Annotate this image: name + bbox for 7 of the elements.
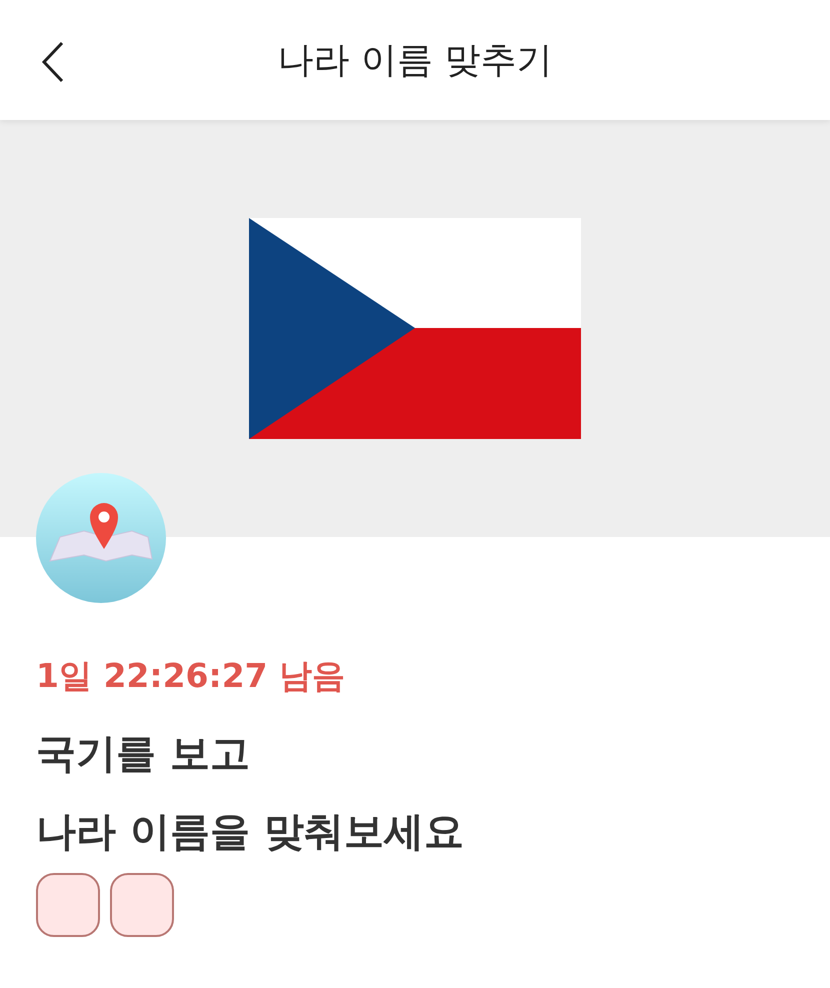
question-text: 국기를 보고 — [36, 730, 251, 779]
page-title: 나라 이름 맞추기 — [278, 38, 552, 82]
answer-box[interactable] — [110, 873, 174, 937]
answer-box[interactable] — [36, 873, 100, 937]
question-text: 나라 이름을 맞춰보세요 — [36, 808, 465, 857]
time-remaining: 1일 22:26:27 남음 — [36, 655, 346, 697]
back-icon[interactable] — [40, 40, 66, 84]
